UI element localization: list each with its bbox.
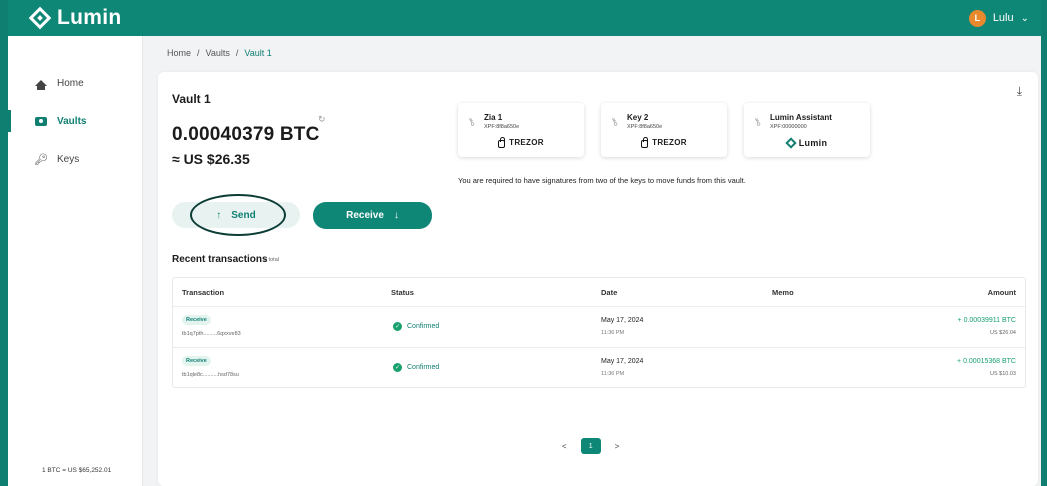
check-icon: ✓: [393, 322, 402, 331]
page-title: Vault 1: [172, 92, 211, 106]
key-icon: ⚷: [751, 115, 764, 130]
lumin-logo-icon: [785, 137, 797, 149]
time-text: 11:36 PM: [601, 371, 625, 377]
prev-page-button[interactable]: <: [562, 442, 567, 451]
amount-btc: + 0.00015368 BTC: [957, 358, 1016, 365]
user-menu[interactable]: L Lulu ⌄: [968, 9, 1029, 27]
next-page-button[interactable]: >: [615, 442, 620, 451]
key-name: Lumin Assistant: [770, 113, 832, 122]
trezor-lock-icon: [498, 136, 506, 148]
top-bar: Lumin L Lulu ⌄: [0, 0, 1047, 36]
status-text: Confirmed: [407, 364, 440, 371]
key-icon: ⚷: [465, 115, 478, 130]
time-text: 11:36 PM: [601, 330, 625, 336]
breadcrumb-home[interactable]: Home: [167, 48, 191, 58]
key-xpf: XPF:00000000: [770, 124, 807, 130]
home-icon: [35, 77, 47, 90]
breadcrumb-separator: /: [197, 48, 200, 58]
amount-usd: US $26.04: [990, 330, 1016, 336]
recent-transactions-title: Recent transactions: [172, 254, 268, 265]
status-text: Confirmed: [407, 323, 440, 330]
key-xpf: XPF:8f8a650e: [627, 124, 663, 130]
vault-icon: [35, 115, 47, 127]
sidebar-item-keys[interactable]: 🔑︎ Keys: [8, 144, 143, 174]
transactions-table: Transaction Status Date Memo Amount Rece…: [172, 277, 1026, 388]
pagination: < 1 >: [562, 438, 619, 454]
date-text: May 17, 2024: [601, 358, 644, 365]
brand-label: TREZOR: [509, 138, 544, 147]
trezor-lock-icon: [641, 136, 649, 148]
exchange-rate: 1 BTC = US $65,252.01: [42, 467, 112, 474]
amount-btc: + 0.00039911 BTC: [957, 317, 1016, 324]
date-text: May 17, 2024: [601, 317, 644, 324]
send-label: Send: [231, 209, 256, 221]
user-name: Lulu: [992, 12, 1014, 24]
transaction-id: tb1qle8c..........hsd78su: [182, 372, 239, 378]
signature-requirement: You are required to have signatures from…: [458, 176, 746, 185]
brand[interactable]: Lumin: [28, 6, 122, 30]
chevron-down-icon: ⌄: [1020, 12, 1029, 24]
balance-usd: ≈ US $26.35: [172, 151, 250, 167]
key-name: Key 2: [627, 113, 649, 122]
sidebar-item-label: Home: [57, 77, 84, 89]
key-xpf: XPF:8f8a650e: [484, 124, 520, 130]
sidebar-item-vaults[interactable]: Vaults: [8, 106, 143, 136]
refresh-icon[interactable]: ↻: [318, 114, 326, 125]
app-name: Lumin: [57, 6, 122, 29]
amount-usd: US $10.03: [990, 371, 1016, 377]
key-icon: 🔑︎: [34, 153, 48, 166]
key-brand: Lumin: [744, 137, 870, 149]
receive-button[interactable]: Receive ↓: [313, 202, 432, 229]
check-icon: ✓: [393, 363, 402, 372]
arrow-down-icon: ↓: [393, 210, 399, 221]
column-header-date: Date: [601, 288, 618, 297]
breadcrumb-separator: /: [235, 48, 239, 58]
brand-label: TREZOR: [652, 138, 687, 147]
transaction-id: tb1q7pth.........6qxxve83: [182, 331, 241, 337]
receive-label: Receive: [346, 210, 384, 221]
key-card-lumin-assistant[interactable]: ⚷ Lumin Assistant XPF:00000000 Lumin: [744, 103, 870, 157]
column-header-memo: Memo: [772, 288, 794, 297]
key-brand: TREZOR: [601, 136, 727, 148]
key-card-key-2[interactable]: ⚷ Key 2 XPF:8f8a650e TREZOR: [601, 103, 727, 157]
breadcrumb: Home / Vaults / Vault 1: [167, 48, 272, 58]
column-header-amount: Amount: [987, 288, 1016, 297]
arrow-up-icon: ↑: [216, 209, 222, 221]
vault-card: Vault 1 0.00040379 BTC ↻ ≈ US $26.35 ⤓ ⚷…: [158, 72, 1038, 486]
key-icon: ⚷: [608, 115, 621, 130]
key-card-zia-1[interactable]: ⚷ Zia 1 XPF:8f8a650e TREZOR: [458, 103, 584, 157]
send-button[interactable]: ↑ Send: [172, 202, 300, 228]
breadcrumb-vaults[interactable]: Vaults: [206, 48, 230, 58]
brand-label: Lumin: [798, 138, 828, 148]
type-badge: Receive: [182, 356, 211, 366]
type-badge: Receive: [182, 315, 211, 325]
key-brand: TREZOR: [458, 136, 584, 148]
download-icon[interactable]: ⤓: [1017, 84, 1022, 99]
key-name: Zia 1: [484, 113, 503, 122]
breadcrumb-current: Vault 1: [244, 48, 272, 58]
lumin-logo-icon: [28, 6, 52, 30]
table-row[interactable]: Receive tb1qle8c..........hsd78su ✓ Conf…: [173, 347, 1025, 388]
status-cell: ✓ Confirmed: [393, 322, 439, 331]
balance-btc: 0.00040379 BTC: [172, 124, 320, 145]
sidebar: Home Vaults 🔑︎ Keys 1 BTC = US $65,252.0…: [8, 36, 143, 486]
status-cell: ✓ Confirmed: [393, 363, 439, 372]
avatar: L: [968, 9, 986, 27]
sidebar-item-label: Vaults: [57, 115, 87, 127]
transaction-count: 3 total: [264, 257, 279, 263]
table-row[interactable]: Receive tb1q7pth.........6qxxve83 ✓ Conf…: [173, 306, 1025, 347]
column-header-status: Status: [391, 288, 414, 297]
sidebar-item-label: Keys: [57, 153, 80, 165]
column-header-transaction: Transaction: [182, 288, 225, 297]
page-button-1[interactable]: 1: [580, 438, 601, 454]
sidebar-item-home[interactable]: Home: [8, 68, 143, 98]
